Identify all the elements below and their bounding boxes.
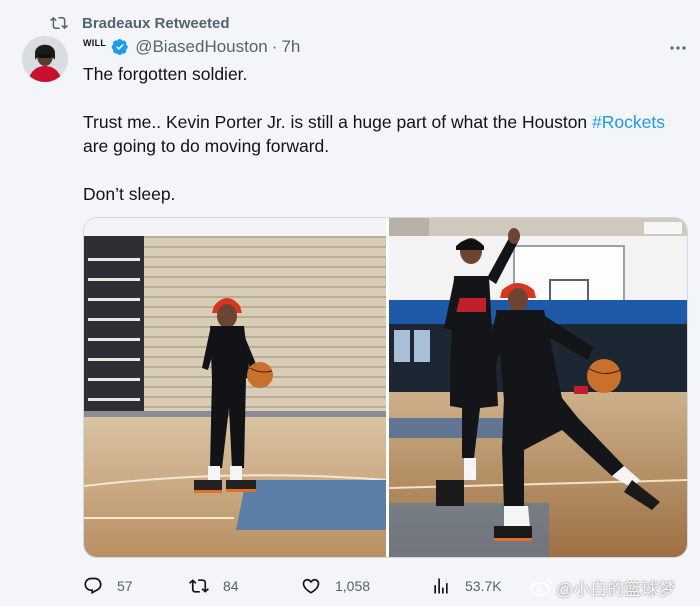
media-grid[interactable]: [83, 217, 688, 558]
tweet-timestamp[interactable]: 7h: [281, 37, 300, 57]
tweet-card[interactable]: Bradeaux Retweeted WILL @BiasedHouston ·…: [0, 0, 700, 606]
like-action[interactable]: 1,058: [301, 574, 370, 598]
hashtag-link[interactable]: #Rockets: [592, 112, 665, 132]
like-count: 1,058: [335, 578, 371, 594]
photo-left[interactable]: [84, 218, 387, 558]
tweet-header: WILL @BiasedHouston · 7h: [83, 36, 300, 58]
retweet-label[interactable]: Bradeaux Retweeted: [82, 15, 230, 32]
tweet-line-3: Don’t sleep.: [83, 184, 176, 204]
verified-badge-icon: [111, 38, 128, 56]
retweet-action-icon: [189, 579, 209, 593]
weibo-logo-icon: [530, 579, 553, 596]
reply-icon: [84, 577, 102, 595]
heart-icon: [302, 578, 320, 594]
retweet-icon: [50, 16, 68, 30]
avatar[interactable]: [22, 36, 68, 82]
retweet-count: 84: [223, 578, 239, 594]
views-chart-icon: [434, 578, 448, 594]
tweet-line-2: Trust me.. Kevin Porter Jr. is still a h…: [83, 110, 693, 134]
reply-action[interactable]: 57: [83, 574, 133, 598]
retweet-action[interactable]: 84: [189, 574, 239, 598]
watermark: @小白的篮球梦: [530, 575, 675, 599]
media-photos: [84, 218, 688, 558]
retweet-header: Bradeaux Retweeted: [50, 12, 230, 34]
author-display-name[interactable]: WILL: [83, 38, 106, 48]
author-handle[interactable]: @BiasedHouston: [135, 37, 268, 57]
avatar-image: [22, 36, 68, 82]
tweet-line-1: The forgotten soldier.: [83, 64, 248, 84]
more-options-icon[interactable]: [668, 40, 688, 56]
tweet-line-2-text: Trust me.. Kevin Porter Jr. is still a h…: [83, 112, 593, 132]
watermark-text: @小白的篮球梦: [556, 579, 676, 599]
views-action[interactable]: 53.7K: [431, 574, 502, 598]
tweet-line-2b: are going to do moving forward.: [83, 136, 330, 156]
photo-right[interactable]: [388, 218, 688, 558]
views-count: 53.7K: [465, 578, 502, 594]
tweet-body: The forgotten soldier. Trust me.. Kevin …: [83, 62, 693, 206]
separator-dot: ·: [271, 37, 278, 56]
reply-count: 57: [117, 578, 133, 594]
